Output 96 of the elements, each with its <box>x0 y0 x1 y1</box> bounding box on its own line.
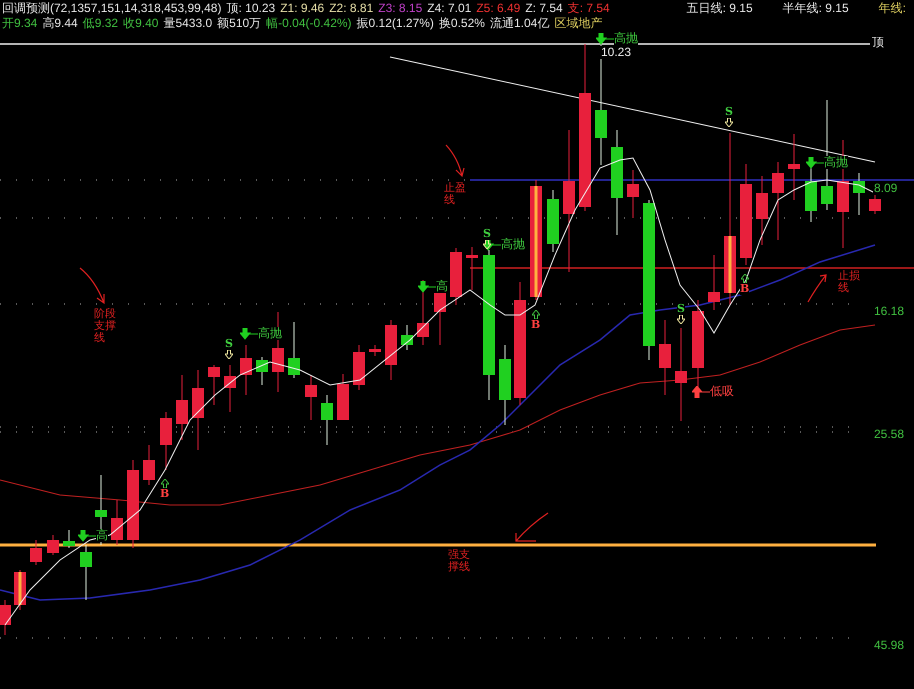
moving-average-value: 半年线: 9.15 <box>782 1 849 15</box>
buy-mark: B <box>531 319 540 331</box>
candlestick <box>337 374 349 420</box>
indicator-value: Z1: 9.46 <box>280 1 324 15</box>
quote-value: 额510万 <box>217 16 262 30</box>
indicator-value: Z: 7.54 <box>525 1 563 15</box>
top-line-label: 顶 <box>872 36 884 49</box>
annotation-arrow <box>515 512 549 542</box>
buy-mark: B <box>160 488 170 500</box>
annotation-text: 阶段支撑线 <box>94 308 117 344</box>
candlestick <box>160 412 172 470</box>
candlestick <box>176 374 188 440</box>
signal-label: 高抛 <box>824 156 848 169</box>
quote-value: 开9.34 <box>2 16 38 30</box>
candlestick <box>143 444 155 486</box>
sell-mark: S <box>483 228 491 240</box>
signal-label: 高 <box>96 529 108 542</box>
sell-mark: S <box>225 338 233 350</box>
price-label: 8.09 <box>873 181 898 195</box>
quote-value: 高9.44 <box>42 16 78 30</box>
candlestick <box>95 474 107 546</box>
price-label: 25.58 <box>873 427 906 441</box>
candlestick <box>547 190 559 252</box>
candlestick <box>353 344 365 390</box>
candlestick <box>401 324 413 350</box>
quote-value: 量5433.0 <box>163 16 212 30</box>
candlestick <box>385 320 397 380</box>
candlestick <box>369 344 381 356</box>
signal-label: 低吸 <box>710 385 734 398</box>
candlestick <box>30 540 42 566</box>
up-arrow-icon <box>532 310 540 319</box>
candlestick <box>224 364 236 412</box>
candlestick <box>80 544 92 600</box>
signal-label: 高抛 <box>258 327 282 340</box>
up-arrow-icon <box>740 274 749 283</box>
price-label: 16.18 <box>873 304 906 318</box>
down-arrow-icon <box>225 350 233 359</box>
candlestick <box>305 374 317 420</box>
down-arrow-icon <box>418 280 436 292</box>
moving-average-value: 五日线: 9.15 <box>686 1 753 15</box>
sell-mark: S <box>725 106 733 118</box>
peak-price-label: 10.23 <box>601 46 632 59</box>
down-arrow-icon <box>78 530 96 542</box>
candlestick <box>417 280 429 346</box>
candlestick <box>627 170 639 218</box>
candlestick <box>240 344 252 396</box>
price-label: 45.98 <box>873 638 906 652</box>
sell-mark: S <box>677 303 685 315</box>
down-arrow-icon <box>240 328 258 340</box>
candlestick <box>111 500 123 546</box>
candlestick <box>288 322 300 378</box>
candlestick <box>869 192 881 214</box>
quote-value: 振0.12(1.27%) <box>356 16 434 30</box>
quote-value: 低9.32 <box>82 16 118 30</box>
up-arrow-icon <box>692 386 710 398</box>
indicator-value: Z2: 8.81 <box>329 1 374 15</box>
quote-value: 幅-0.04(-0.42%) <box>266 16 352 30</box>
indicator-title: 回调预测(72,1357,151,14,318,453,99,48) <box>2 1 222 15</box>
indicator-value: 支: 7.54 <box>568 1 610 15</box>
down-arrow-icon <box>725 118 733 127</box>
quote-value: 流通1.04亿 <box>490 16 550 30</box>
down-arrow-icon <box>596 32 614 44</box>
quote-value: 区域地产 <box>554 16 602 30</box>
candlestick <box>14 570 26 610</box>
indicator-value: 顶: 10.23 <box>226 1 276 15</box>
annotation-arrow <box>807 274 827 303</box>
candlestick <box>208 364 220 406</box>
candlestick <box>708 254 720 310</box>
candlestick <box>321 394 333 446</box>
down-arrow-icon <box>806 156 824 168</box>
indicator-value: Z5: 6.49 <box>476 1 520 15</box>
candlestick <box>256 356 268 386</box>
candlestick <box>47 534 59 556</box>
annotation-arrow <box>445 144 465 177</box>
down-arrow-icon <box>677 315 685 324</box>
buy-mark: B <box>740 283 750 295</box>
indicator-value: Z3: 8.15 <box>378 1 422 15</box>
annotation-text: 强支撑线 <box>448 549 471 574</box>
up-arrow-icon <box>160 479 169 488</box>
moving-average-value: 年线: <box>878 1 906 15</box>
signal-label: 高 <box>436 280 448 293</box>
quote-value: 收9.40 <box>123 16 158 30</box>
signal-label: 高抛 <box>501 238 525 251</box>
candlestick <box>853 172 865 216</box>
candlestick <box>63 530 75 548</box>
annotation-text: 止盈线 <box>444 182 467 206</box>
candlestick <box>756 176 768 246</box>
indicator-value: Z4: 7.01 <box>427 1 472 15</box>
candlestick <box>466 246 478 290</box>
annotation-arrow <box>79 267 105 304</box>
candlestick <box>788 134 800 200</box>
quote-value: 换0.52% <box>438 16 485 30</box>
candlestick <box>0 600 11 636</box>
signal-label: 高抛 <box>614 32 638 45</box>
candlestick <box>450 248 462 306</box>
annotation-text: 止损线 <box>838 270 861 294</box>
